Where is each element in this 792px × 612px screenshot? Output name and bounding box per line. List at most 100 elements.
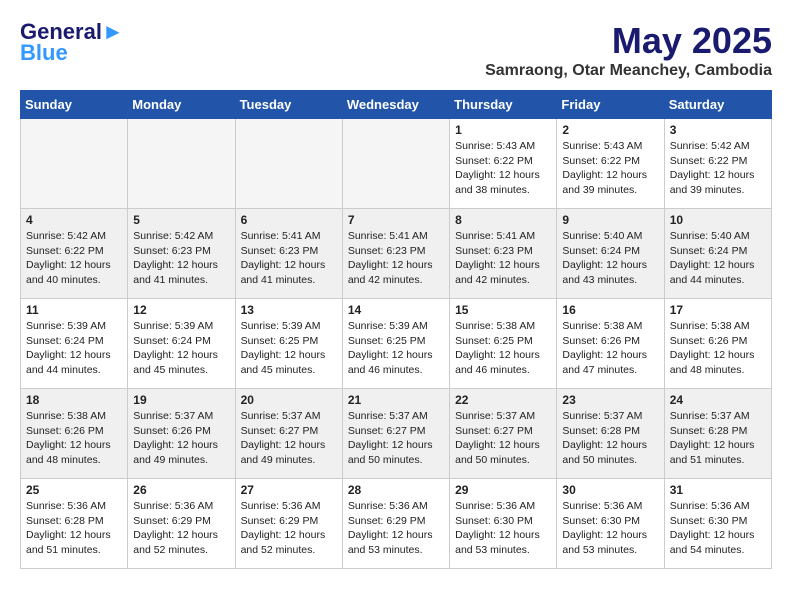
day-number: 12 — [133, 303, 229, 317]
calendar-cell: 2Sunrise: 5:43 AM Sunset: 6:22 PM Daylig… — [557, 119, 664, 209]
day-number: 3 — [670, 123, 766, 137]
day-info: Sunrise: 5:37 AM Sunset: 6:27 PM Dayligh… — [241, 409, 337, 468]
day-number: 27 — [241, 483, 337, 497]
header: General► Blue May 2025 Samraong, Otar Me… — [20, 20, 772, 80]
calendar-cell: 8 Sunrise: 5:41 AM Sunset: 6:23 PM Daylig… — [450, 209, 557, 299]
calendar-cell: 3 Sunrise: 5:42 AM Sunset: 6:22 PM Daylig… — [664, 119, 771, 209]
calendar-cell: 13 Sunrise: 5:39 AM Sunset: 6:25 PM Dayli… — [235, 299, 342, 389]
calendar-week-2: 4 Sunrise: 5:42 AM Sunset: 6:22 PM Daylig… — [21, 209, 772, 299]
day-info: Sunrise: 5:40 AM Sunset: 6:24 PM Dayligh… — [670, 229, 766, 288]
day-number: 4 — [26, 213, 122, 227]
calendar-cell: 14Sunrise: 5:39 AM Sunset: 6:25 PM Dayli… — [342, 299, 449, 389]
calendar-cell: 17 Sunrise: 5:38 AM Sunset: 6:26 PM Dayli… — [664, 299, 771, 389]
day-header-saturday: Saturday — [664, 91, 771, 119]
day-info: Sunrise: 5:38 AM Sunset: 6:26 PM Dayligh… — [670, 319, 766, 378]
day-info: Sunrise: 5:41 AM Sunset: 6:23 PM Dayligh… — [348, 229, 444, 288]
calendar-cell: 20 Sunrise: 5:37 AM Sunset: 6:27 PM Dayli… — [235, 389, 342, 479]
day-number: 5 — [133, 213, 229, 227]
day-info: Sunrise: 5:43 AM Sunset: 6:22 PM Dayligh… — [562, 139, 658, 198]
day-info: Sunrise: 5:38 AM Sunset: 6:26 PM Dayligh… — [562, 319, 658, 378]
day-header-monday: Monday — [128, 91, 235, 119]
calendar-cell: 24Sunrise: 5:37 AM Sunset: 6:28 PM Dayli… — [664, 389, 771, 479]
day-info: Sunrise: 5:36 AM Sunset: 6:29 PM Dayligh… — [133, 499, 229, 558]
logo-blue: Blue — [20, 40, 68, 66]
day-number: 22 — [455, 393, 551, 407]
location-title: Samraong, Otar Meanchey, Cambodia — [485, 62, 772, 80]
day-info: Sunrise: 5:36 AM Sunset: 6:28 PM Dayligh… — [26, 499, 122, 558]
day-number: 10 — [670, 213, 766, 227]
day-number: 30 — [562, 483, 658, 497]
day-number: 25 — [26, 483, 122, 497]
day-number: 21 — [348, 393, 444, 407]
day-info: Sunrise: 5:37 AM Sunset: 6:27 PM Dayligh… — [455, 409, 551, 468]
calendar-cell: 22 Sunrise: 5:37 AM Sunset: 6:27 PM Dayli… — [450, 389, 557, 479]
calendar-table: SundayMondayTuesdayWednesdayThursdayFrid… — [20, 90, 772, 569]
calendar-cell: 5 Sunrise: 5:42 AM Sunset: 6:23 PM Daylig… — [128, 209, 235, 299]
calendar-header-row: SundayMondayTuesdayWednesdayThursdayFrid… — [21, 91, 772, 119]
day-info: Sunrise: 5:39 AM Sunset: 6:24 PM Dayligh… — [133, 319, 229, 378]
calendar-cell: 27 Sunrise: 5:36 AM Sunset: 6:29 PM Dayli… — [235, 479, 342, 569]
day-info: Sunrise: 5:36 AM Sunset: 6:30 PM Dayligh… — [455, 499, 551, 558]
calendar-cell: 30 Sunrise: 5:36 AM Sunset: 6:30 PM Dayli… — [557, 479, 664, 569]
calendar-cell: 18 Sunrise: 5:38 AM Sunset: 6:26 PM Dayli… — [21, 389, 128, 479]
day-number: 17 — [670, 303, 766, 317]
day-number: 18 — [26, 393, 122, 407]
day-number: 28 — [348, 483, 444, 497]
calendar-cell — [21, 119, 128, 209]
calendar-cell: 12 Sunrise: 5:39 AM Sunset: 6:24 PM Dayli… — [128, 299, 235, 389]
day-info: Sunrise: 5:37 AM Sunset: 6:27 PM Dayligh… — [348, 409, 444, 468]
day-number: 13 — [241, 303, 337, 317]
day-number: 16 — [562, 303, 658, 317]
day-number: 9 — [562, 213, 658, 227]
day-number: 31 — [670, 483, 766, 497]
day-info: Sunrise: 5:36 AM Sunset: 6:29 PM Dayligh… — [241, 499, 337, 558]
day-info: Sunrise: 5:42 AM Sunset: 6:23 PM Dayligh… — [133, 229, 229, 288]
logo: General► Blue — [20, 20, 124, 66]
day-info: Sunrise: 5:38 AM Sunset: 6:25 PM Dayligh… — [455, 319, 551, 378]
day-info: Sunrise: 5:36 AM Sunset: 6:30 PM Dayligh… — [562, 499, 658, 558]
day-number: 24 — [670, 393, 766, 407]
day-info: Sunrise: 5:43 AM Sunset: 6:22 PM Dayligh… — [455, 139, 551, 198]
calendar-cell: 19 Sunrise: 5:37 AM Sunset: 6:26 PM Dayli… — [128, 389, 235, 479]
day-info: Sunrise: 5:37 AM Sunset: 6:28 PM Dayligh… — [562, 409, 658, 468]
calendar-cell — [342, 119, 449, 209]
calendar-cell: 15Sunrise: 5:38 AM Sunset: 6:25 PM Dayli… — [450, 299, 557, 389]
day-header-wednesday: Wednesday — [342, 91, 449, 119]
title-area: May 2025 Samraong, Otar Meanchey, Cambod… — [485, 20, 772, 80]
day-number: 1 — [455, 123, 551, 137]
day-number: 23 — [562, 393, 658, 407]
day-info: Sunrise: 5:41 AM Sunset: 6:23 PM Dayligh… — [455, 229, 551, 288]
calendar-cell: 6 Sunrise: 5:41 AM Sunset: 6:23 PM Daylig… — [235, 209, 342, 299]
day-number: 6 — [241, 213, 337, 227]
month-title: May 2025 — [485, 20, 772, 62]
day-header-tuesday: Tuesday — [235, 91, 342, 119]
day-info: Sunrise: 5:42 AM Sunset: 6:22 PM Dayligh… — [670, 139, 766, 198]
day-header-thursday: Thursday — [450, 91, 557, 119]
day-info: Sunrise: 5:42 AM Sunset: 6:22 PM Dayligh… — [26, 229, 122, 288]
day-info: Sunrise: 5:39 AM Sunset: 6:24 PM Dayligh… — [26, 319, 122, 378]
calendar-week-1: 1 Sunrise: 5:43 AM Sunset: 6:22 PM Daylig… — [21, 119, 772, 209]
day-info: Sunrise: 5:38 AM Sunset: 6:26 PM Dayligh… — [26, 409, 122, 468]
day-number: 8 — [455, 213, 551, 227]
day-header-sunday: Sunday — [21, 91, 128, 119]
calendar-cell: 26Sunrise: 5:36 AM Sunset: 6:29 PM Dayli… — [128, 479, 235, 569]
calendar-week-3: 11 Sunrise: 5:39 AM Sunset: 6:24 PM Dayli… — [21, 299, 772, 389]
calendar-cell: 9Sunrise: 5:40 AM Sunset: 6:24 PM Daylig… — [557, 209, 664, 299]
day-number: 11 — [26, 303, 122, 317]
day-number: 29 — [455, 483, 551, 497]
calendar-cell — [128, 119, 235, 209]
day-info: Sunrise: 5:37 AM Sunset: 6:26 PM Dayligh… — [133, 409, 229, 468]
day-number: 7 — [348, 213, 444, 227]
calendar-cell: 28 Sunrise: 5:36 AM Sunset: 6:29 PM Dayli… — [342, 479, 449, 569]
day-info: Sunrise: 5:36 AM Sunset: 6:29 PM Dayligh… — [348, 499, 444, 558]
calendar-body: 1 Sunrise: 5:43 AM Sunset: 6:22 PM Daylig… — [21, 119, 772, 569]
calendar-cell: 25 Sunrise: 5:36 AM Sunset: 6:28 PM Dayli… — [21, 479, 128, 569]
day-info: Sunrise: 5:39 AM Sunset: 6:25 PM Dayligh… — [241, 319, 337, 378]
calendar-cell — [235, 119, 342, 209]
day-number: 19 — [133, 393, 229, 407]
day-info: Sunrise: 5:41 AM Sunset: 6:23 PM Dayligh… — [241, 229, 337, 288]
calendar-cell: 7 Sunrise: 5:41 AM Sunset: 6:23 PM Daylig… — [342, 209, 449, 299]
day-number: 14 — [348, 303, 444, 317]
calendar-cell: 10 Sunrise: 5:40 AM Sunset: 6:24 PM Dayli… — [664, 209, 771, 299]
day-number: 20 — [241, 393, 337, 407]
